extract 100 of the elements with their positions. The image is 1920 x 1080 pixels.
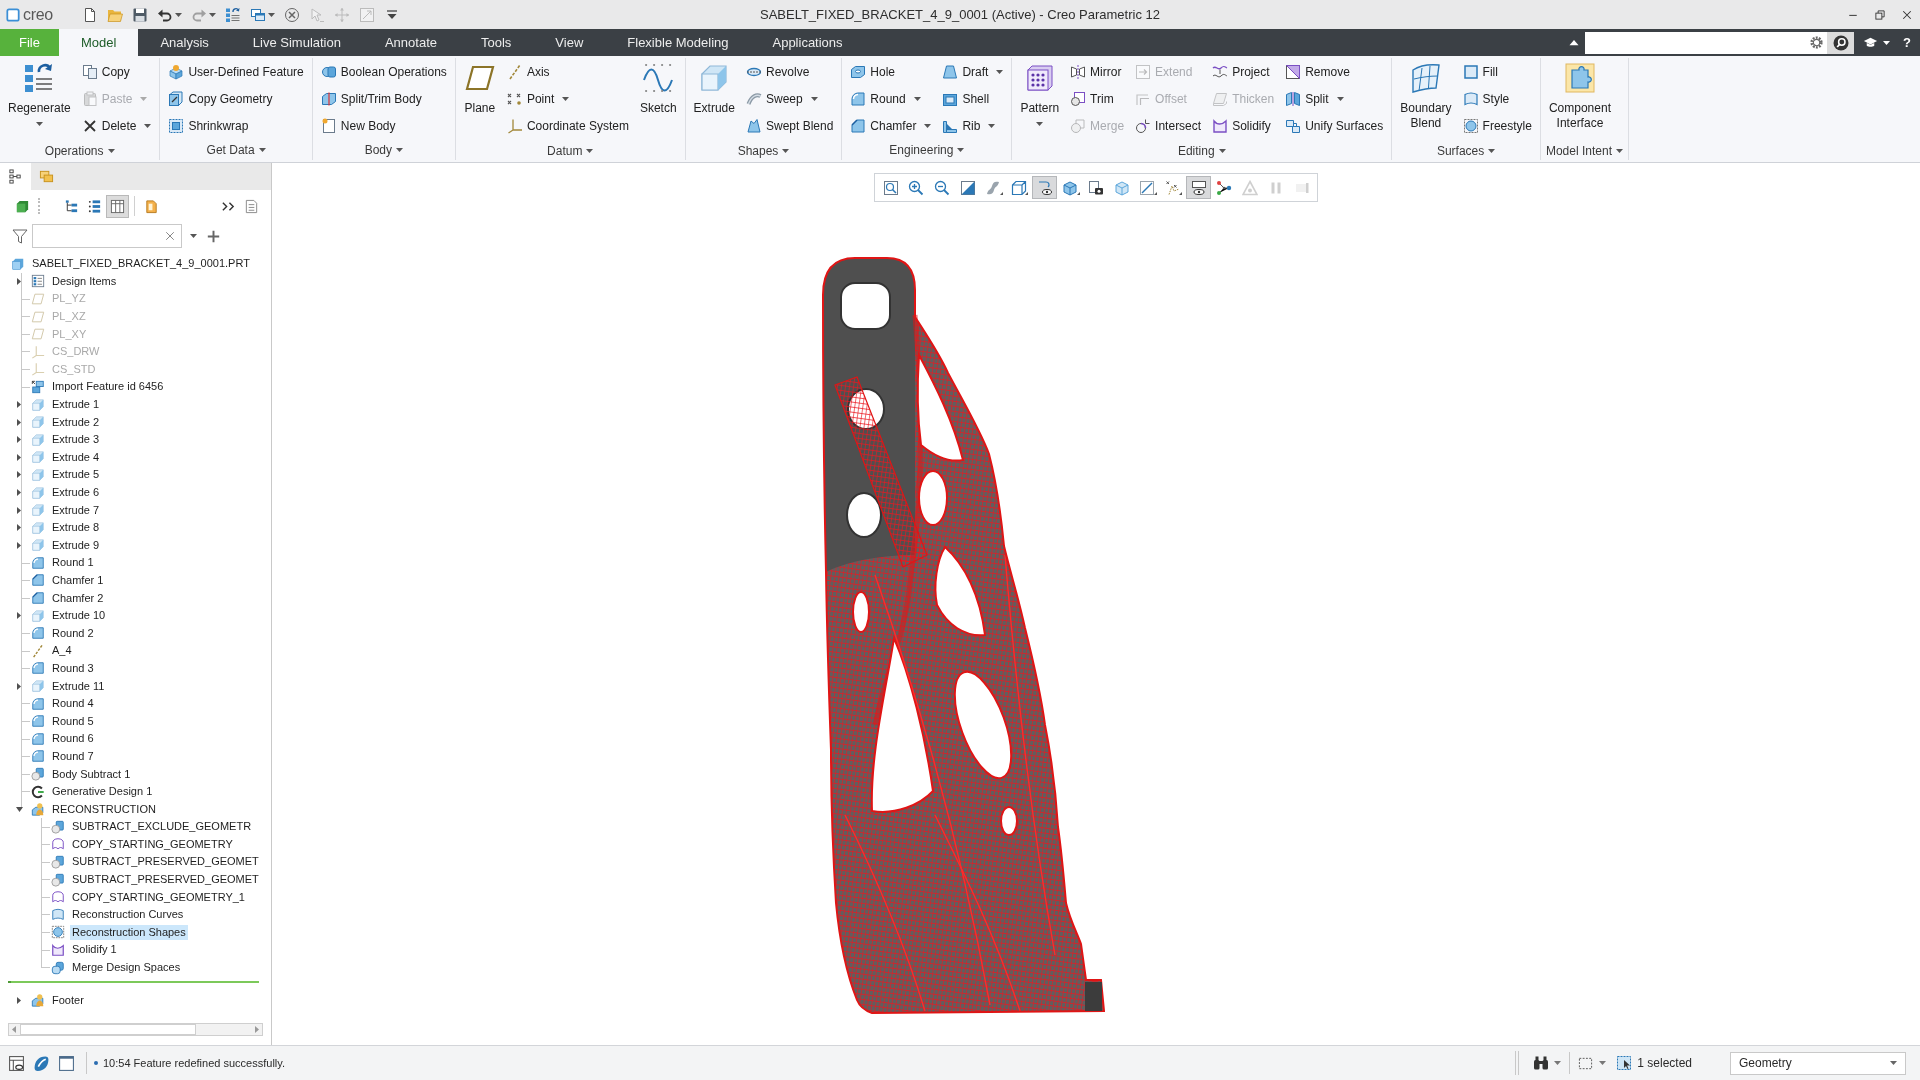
tree-item[interactable]: Extrude 7 [50,502,102,518]
caret-right-icon[interactable] [17,436,21,444]
caret-right-icon[interactable] [17,489,21,496]
insert-marker[interactable] [8,981,259,984]
ribbon-button[interactable]: Axis [503,58,632,85]
tree-item[interactable]: Import Feature id 6456 [50,379,166,395]
ribbon-button[interactable]: Remove [1282,58,1387,85]
ribbon-button[interactable]: Boolean Operations [317,58,450,85]
tree-item[interactable]: Extrude 2 [50,414,102,430]
tree-item[interactable]: Extrude 11 [50,678,107,694]
ribbon-tab[interactable]: Tools [459,29,534,56]
ribbon-button[interactable]: Project [1209,58,1278,85]
ribbon-button[interactable]: Delete [78,112,155,139]
ribbon-button[interactable]: Chamfer [847,112,935,139]
tree-item[interactable]: Round 1 [50,555,96,571]
tree-item[interactable]: SABELT_FIXED_BRACKET_4_9_0001.PRT [30,256,252,272]
tree-item[interactable]: Generative Design 1 [50,784,155,800]
ribbon-button[interactable]: Sweep [742,85,837,112]
ribbon-button[interactable]: User-Defined Feature [165,58,307,85]
group-menu[interactable]: Get Data [165,140,307,160]
tree-item[interactable]: COPY_STARTING_GEOMETRY [70,836,235,852]
ribbon-button[interactable]: Intersect [1132,112,1205,139]
group-menu[interactable]: Body [317,140,450,160]
ribbon-tab[interactable]: Flexible Modeling [605,29,751,56]
ribbon-button[interactable]: New Body [317,112,450,139]
ribbon-tab[interactable]: Annotate [362,29,459,56]
filter-field[interactable] [32,224,182,248]
ribbon-button[interactable]: Draft [939,58,1007,85]
tree-item[interactable]: Round 5 [50,713,96,729]
ribbon-tab[interactable]: View [533,29,606,56]
ribbon-tab[interactable]: Applications [750,29,865,56]
ribbon-button[interactable]: Split/Trim Body [317,85,450,112]
caret-left-icon[interactable] [12,1026,16,1033]
ribbon-tab[interactable]: Model [58,29,139,56]
ribbon-tab[interactable]: Live Simulation [230,29,363,56]
group-menu[interactable]: Shapes [690,141,837,160]
caret-icon[interactable] [190,234,197,238]
tree-item[interactable]: Chamfer 2 [50,590,106,606]
tree-item[interactable]: Extrude 3 [50,432,102,448]
ribbon-button[interactable]: Shell [939,85,1007,112]
group-menu[interactable]: Editing [1017,141,1387,160]
ribbon-button[interactable]: Mirror [1067,58,1128,85]
caret-right-icon[interactable] [17,453,21,461]
ribbon-button[interactable]: Plane [460,58,499,141]
help-button[interactable]: ? [1898,32,1916,53]
caret-right-icon[interactable] [17,401,21,409]
ribbon-button[interactable]: Hole [847,58,935,85]
ribbon-button[interactable]: Extrude [690,58,738,141]
tree-item[interactable]: Round 7 [50,748,96,764]
ribbon-button[interactable]: Pattern [1017,58,1063,141]
ribbon-button[interactable]: Freestyle [1459,112,1535,139]
group-menu[interactable]: Datum [460,141,680,160]
tree-item[interactable]: Solidify 1 [70,942,119,958]
tree-item[interactable]: COPY_STARTING_GEOMETRY_1 [70,889,247,905]
tree-item[interactable]: Extrude 8 [50,520,102,536]
search-field[interactable] [1585,31,1828,54]
ribbon-button[interactable]: Swept Blend [742,112,837,139]
tree-item[interactable]: RECONSTRUCTION [50,801,158,817]
caret-down-icon[interactable] [15,806,23,812]
tree-item[interactable]: Extrude 9 [50,537,102,553]
tree-item[interactable]: Round 2 [50,625,96,641]
tree-item[interactable]: Reconstruction Curves [70,907,186,923]
caret-right-icon[interactable] [17,612,21,620]
tree-item[interactable]: Design Items [50,273,119,289]
ribbon-button[interactable]: Round [847,85,935,112]
caret-right-icon[interactable] [17,471,21,479]
ribbon-button[interactable]: Point [503,85,632,112]
panel-tab[interactable] [0,163,31,190]
ribbon-button[interactable]: Shrinkwrap [165,112,307,139]
ribbon-button[interactable]: Style [1459,85,1535,112]
tree-item[interactable]: Extrude 5 [50,467,102,483]
tree-item[interactable]: SUBTRACT_PRESERVED_GEOMET [70,854,261,870]
ribbon-button[interactable]: Solidify [1209,112,1278,139]
group-menu[interactable]: Engineering [847,140,1007,160]
tool-button[interactable] [106,194,129,218]
ribbon-button[interactable]: Split [1282,85,1387,112]
caret-right-icon[interactable] [17,277,21,285]
filter-dropdown[interactable]: Geometry [1730,1051,1906,1075]
caret-right-icon[interactable] [17,418,21,426]
tree-item[interactable]: Extrude 10 [50,608,108,624]
ribbon-button[interactable]: Copy Geometry [165,85,307,112]
tree-item[interactable]: A_4 [50,643,74,659]
group-menu[interactable]: Surfaces [1397,141,1535,160]
tree-item[interactable]: Chamfer 1 [50,573,106,588]
caret-right-icon[interactable] [17,541,21,549]
ribbon-button[interactable]: Copy [78,58,155,85]
toolbar-button[interactable] [1032,176,1057,199]
tree-item[interactable]: Round 4 [50,696,96,712]
ribbon-button[interactable]: Coordinate System [503,112,632,139]
tree-item[interactable]: Round 3 [50,660,96,676]
tree-item[interactable]: Body Subtract 1 [50,766,133,782]
ribbon-tab[interactable]: Analysis [138,29,231,56]
ribbon-button[interactable]: Boundary Blend [1397,58,1455,141]
tree-item[interactable]: SUBTRACT_PRESERVED_GEOMET [70,872,261,888]
group-menu[interactable]: Operations [5,141,155,160]
ribbon-button[interactable]: Revolve [742,58,837,85]
ribbon-button[interactable]: Component Interface [1545,58,1614,141]
ribbon-button[interactable]: Rib [939,112,1007,139]
tree-item[interactable]: Merge Design Spaces [70,960,183,976]
caret-right-icon[interactable] [17,682,21,690]
